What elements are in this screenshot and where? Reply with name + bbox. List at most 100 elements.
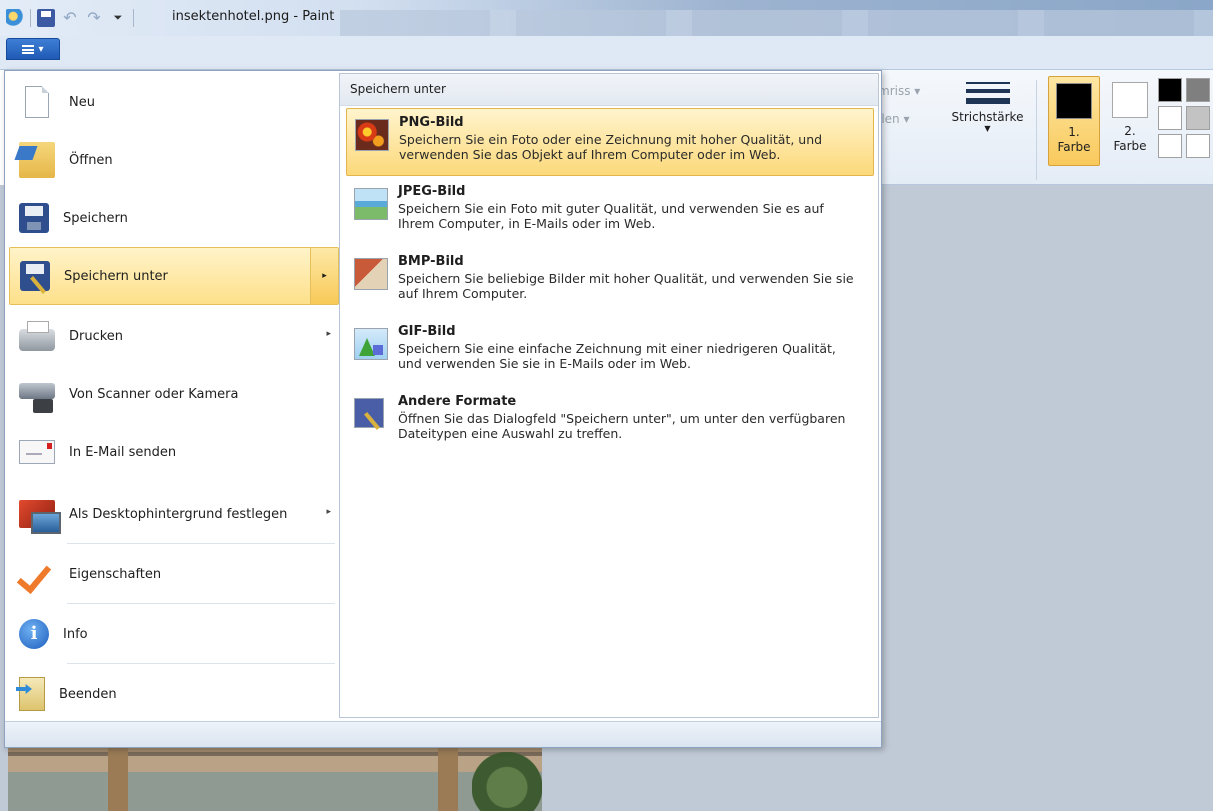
chevron-down-icon: ▾ <box>38 43 44 55</box>
window-title: insektenhotel.png - Paint <box>172 9 335 24</box>
option-title: GIF-Bild <box>398 324 456 339</box>
menu-item-label: In E-Mail senden <box>69 444 177 460</box>
customize-qat-icon[interactable]: ⏷ <box>109 9 127 27</box>
menu-item-info[interactable]: Info <box>9 605 339 663</box>
color1-label-top: 1. <box>1068 125 1080 139</box>
menu-item-label: Beenden <box>59 686 117 702</box>
color2-button[interactable]: 2. Farbe <box>1104 76 1156 166</box>
option-description: Speichern Sie ein Foto oder eine Zeichnu… <box>399 132 823 162</box>
png-image-icon <box>355 119 389 151</box>
color1-label-bottom: Farbe <box>1057 140 1091 154</box>
menu-item-label: Öffnen <box>69 152 113 168</box>
menu-item-save[interactable]: Speichern <box>9 189 339 247</box>
option-title: Andere Formate <box>398 394 517 409</box>
color-palette <box>1158 78 1210 158</box>
menu-item-label: Info <box>63 626 88 642</box>
option-description: Speichern Sie beliebige Bilder mit hoher… <box>398 271 854 301</box>
exit-icon <box>19 677 45 711</box>
menu-item-desktop-background[interactable]: Als Desktophintergrund festlegen ▸ <box>9 485 339 543</box>
stroke-width-icon <box>965 78 1010 104</box>
toolbar-separator <box>133 9 134 27</box>
submenu-arrow-icon: ▸ <box>326 507 331 517</box>
palette-swatch[interactable] <box>1158 78 1182 102</box>
toolbar-separator <box>30 9 31 27</box>
ribbon-tab-row <box>0 36 1213 70</box>
menu-item-label: Neu <box>69 94 95 110</box>
save-as-gif-option[interactable]: GIF-Bild Speichern Sie eine einfache Zei… <box>346 318 874 386</box>
menu-item-email[interactable]: In E-Mail senden <box>9 423 339 481</box>
palette-swatch[interactable] <box>1186 134 1210 158</box>
color2-label-top: 2. <box>1124 124 1136 138</box>
ribbon-separator <box>1036 80 1037 180</box>
menu-item-label: Speichern <box>63 210 128 226</box>
menu-item-properties[interactable]: Eigenschaften <box>9 545 339 603</box>
menu-footer <box>5 721 881 747</box>
option-description: Speichern Sie eine einfache Zeichnung mi… <box>398 341 836 371</box>
paint-app-icon[interactable] <box>6 9 24 27</box>
menu-item-save-as[interactable]: Speichern unter ▸ <box>9 247 339 305</box>
taskbar-background <box>340 10 1213 36</box>
menu-item-label: Als Desktophintergrund festlegen <box>69 506 288 522</box>
save-as-submenu: Speichern unter PNG-Bild Speichern Sie e… <box>339 73 879 718</box>
menu-item-new[interactable]: Neu <box>9 73 339 131</box>
option-description: Öffnen Sie das Dialogfeld "Speichern unt… <box>398 411 846 441</box>
palette-swatch[interactable] <box>1186 78 1210 102</box>
save-as-bmp-option[interactable]: BMP-Bild Speichern Sie beliebige Bilder … <box>346 248 874 316</box>
color1-swatch <box>1056 83 1092 119</box>
chevron-down-icon: ▼ <box>984 124 991 133</box>
jpeg-image-icon <box>354 188 388 220</box>
canvas-image[interactable] <box>8 742 542 811</box>
stroke-width-button[interactable]: Strichstärke ▼ <box>945 78 1030 173</box>
menu-lines-icon <box>22 44 35 54</box>
quick-access-toolbar: ↶ ↷ ⏷ <box>6 6 134 30</box>
save-as-other-formats-option[interactable]: Andere Formate Öffnen Sie das Dialogfeld… <box>346 388 874 456</box>
save-icon <box>19 203 49 233</box>
menu-item-scanner[interactable]: Von Scanner oder Kamera <box>9 365 339 423</box>
bmp-image-icon <box>354 258 388 290</box>
submenu-arrow-icon: ▸ <box>326 329 331 339</box>
title-bar: ↶ ↷ ⏷ insektenhotel.png - Paint <box>0 0 1213 36</box>
menu-command-list: Neu Öffnen Speichern Speichern unter ▸ D… <box>5 71 340 721</box>
color1-button[interactable]: 1. Farbe <box>1048 76 1100 166</box>
menu-item-label: Von Scanner oder Kamera <box>69 386 239 402</box>
save-as-icon <box>20 261 50 291</box>
option-description: Speichern Sie ein Foto mit guter Qualitä… <box>398 201 824 231</box>
info-icon <box>19 619 49 649</box>
menu-item-print[interactable]: Drucken ▸ <box>9 307 339 365</box>
option-title: BMP-Bild <box>398 254 464 269</box>
fill-dropdown-label[interactable]: llen ▾ <box>878 112 910 126</box>
email-icon <box>19 440 55 464</box>
option-title: JPEG-Bild <box>398 184 466 199</box>
undo-icon[interactable]: ↶ <box>61 9 79 27</box>
new-document-icon <box>25 86 49 118</box>
submenu-header: Speichern unter <box>340 74 878 106</box>
printer-icon <box>19 321 55 351</box>
save-as-jpeg-option[interactable]: JPEG-Bild Speichern Sie ein Foto mit gut… <box>346 178 874 246</box>
submenu-arrow-icon[interactable]: ▸ <box>310 248 338 304</box>
palette-swatch[interactable] <box>1158 106 1182 130</box>
paint-menu-button[interactable]: ▾ <box>6 38 60 60</box>
color2-swatch <box>1112 82 1148 118</box>
stroke-width-label: Strichstärke <box>951 110 1024 124</box>
menu-item-exit[interactable]: Beenden <box>9 665 339 723</box>
other-formats-icon <box>354 398 384 428</box>
gif-image-icon <box>354 328 388 360</box>
menu-separator <box>67 603 335 604</box>
save-as-png-option[interactable]: PNG-Bild Speichern Sie ein Foto oder ein… <box>346 108 874 176</box>
palette-swatch[interactable] <box>1158 134 1182 158</box>
menu-item-label: Eigenschaften <box>69 566 162 582</box>
open-folder-icon <box>19 142 55 178</box>
menu-item-open[interactable]: Öffnen <box>9 131 339 189</box>
color2-label-bottom: Farbe <box>1113 139 1147 153</box>
menu-item-label: Speichern unter <box>64 268 168 284</box>
palette-swatch[interactable] <box>1186 106 1210 130</box>
desktop-background-icon <box>19 500 61 534</box>
checkmark-icon <box>19 556 55 592</box>
menu-separator <box>67 543 335 544</box>
scanner-camera-icon <box>19 383 55 413</box>
menu-separator <box>67 663 335 664</box>
redo-icon[interactable]: ↷ <box>85 9 103 27</box>
save-icon[interactable] <box>37 9 55 27</box>
outline-dropdown-label[interactable]: mriss ▾ <box>878 84 920 98</box>
menu-item-label: Drucken <box>69 328 124 344</box>
